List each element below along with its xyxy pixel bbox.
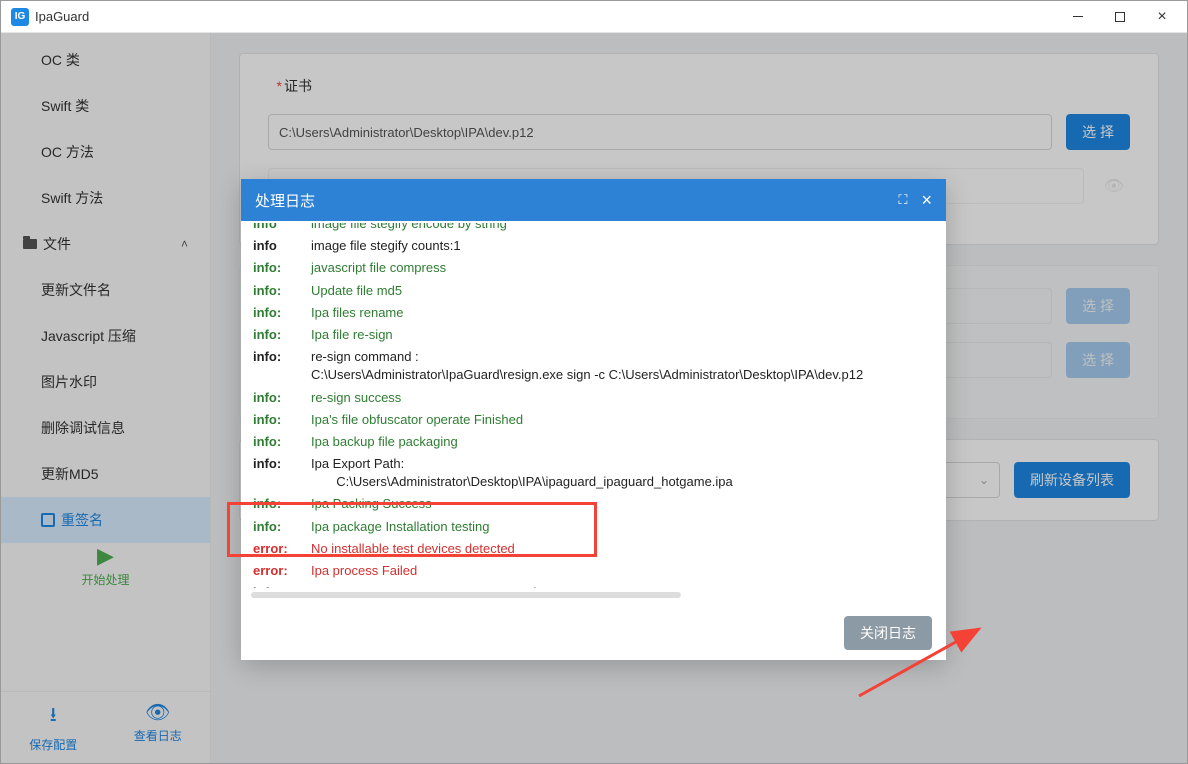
log-message: re-sign command : C:\Users\Administrator…	[311, 348, 934, 384]
log-row: info:Ipa package Installation testing	[241, 516, 946, 538]
log-row: info:re-sign success	[241, 387, 946, 409]
app-logo-icon: IG	[11, 8, 29, 26]
log-level: error:	[253, 540, 311, 558]
dialog-close-icon[interactable]: ×	[921, 190, 932, 211]
log-row: infoimage file stegify counts:1	[241, 235, 946, 257]
log-row: info:re-sign command : C:\Users\Administ…	[241, 346, 946, 386]
log-row: error:Ipa process Failed	[241, 560, 946, 582]
log-dialog: 处理日志 ⛶ × infoimage file stegify encode b…	[241, 179, 946, 660]
fullscreen-icon[interactable]: ⛶	[898, 192, 907, 208]
log-message: javascript file compress	[311, 259, 934, 277]
log-row: info:Ipa files rename	[241, 302, 946, 324]
log-row: info:Ipa's file obfuscator operate Finis…	[241, 409, 946, 431]
log-level: info:	[253, 518, 311, 536]
log-level: info:	[253, 259, 311, 277]
log-message: —————2023-08-24 16:59:02.289 Thu Aug————…	[311, 584, 934, 588]
log-row: info:—————2023-08-24 16:59:02.289 Thu Au…	[241, 582, 946, 588]
log-row: info:Update file md5	[241, 280, 946, 302]
log-level: info:	[253, 348, 311, 384]
log-message: Update file md5	[311, 282, 934, 300]
log-level: info:	[253, 304, 311, 322]
log-message: Ipa Packing Success	[311, 495, 934, 513]
log-message: Ipa files rename	[311, 304, 934, 322]
log-row: info:Ipa backup file packaging	[241, 431, 946, 453]
minimize-button[interactable]	[1057, 3, 1099, 31]
log-level: info:	[253, 389, 311, 407]
log-message: Ipa backup file packaging	[311, 433, 934, 451]
log-level: info	[253, 223, 311, 233]
log-level: info:	[253, 433, 311, 451]
log-row: error:No installable test devices detect…	[241, 538, 946, 560]
log-message: image file stegify encode by string	[311, 223, 934, 233]
app-title: IpaGuard	[35, 9, 1057, 24]
log-message: Ipa file re-sign	[311, 326, 934, 344]
close-icon: ×	[1157, 9, 1166, 25]
log-message: Ipa's file obfuscator operate Finished	[311, 411, 934, 429]
log-row: infoimage file stegify encode by string	[241, 223, 946, 235]
log-row: info:Ipa Packing Success	[241, 493, 946, 515]
dialog-title: 处理日志	[255, 190, 315, 211]
maximize-button[interactable]	[1099, 3, 1141, 31]
log-level: info:	[253, 584, 311, 588]
close-log-button[interactable]: 关闭日志	[844, 616, 932, 650]
log-level: info:	[253, 282, 311, 300]
dialog-header: 处理日志 ⛶ ×	[241, 179, 946, 221]
log-message: Ipa package Installation testing	[311, 518, 934, 536]
log-message: re-sign success	[311, 389, 934, 407]
log-message: image file stegify counts:1	[311, 237, 934, 255]
log-message: No installable test devices detected	[311, 540, 934, 558]
log-level: info:	[253, 495, 311, 513]
log-row: info:Ipa Export Path: C:\Users\Administr…	[241, 453, 946, 493]
log-level: info:	[253, 326, 311, 344]
log-message: Ipa Export Path: C:\Users\Administrator\…	[311, 455, 934, 491]
maximize-icon	[1115, 12, 1125, 22]
dialog-body: infoimage file stegify encode by stringi…	[241, 221, 946, 606]
title-bar: IG IpaGuard ×	[1, 1, 1187, 33]
log-message: Ipa process Failed	[311, 562, 934, 580]
minimize-icon	[1073, 16, 1083, 17]
close-button[interactable]: ×	[1141, 3, 1183, 31]
log-row: info:javascript file compress	[241, 257, 946, 279]
log-level: error:	[253, 562, 311, 580]
log-area[interactable]: infoimage file stegify encode by stringi…	[241, 223, 946, 588]
log-level: info:	[253, 411, 311, 429]
scrollbar-horizontal[interactable]	[251, 592, 681, 598]
dialog-footer: 关闭日志	[241, 606, 946, 660]
log-level: info	[253, 237, 311, 255]
log-row: info:Ipa file re-sign	[241, 324, 946, 346]
log-level: info:	[253, 455, 311, 491]
